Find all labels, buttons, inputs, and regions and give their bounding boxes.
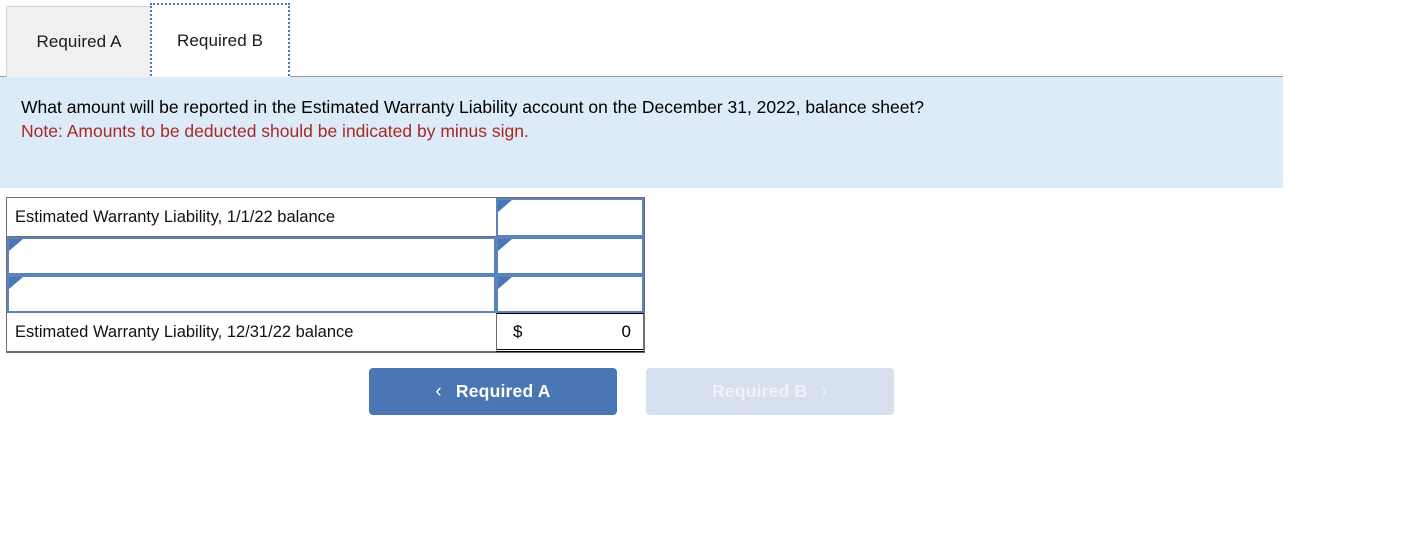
prev-required-a-label: Required A (455, 381, 551, 401)
row-amount-cell-3[interactable] (496, 275, 644, 313)
row-amount-beginning-balance[interactable] (496, 198, 644, 237)
table-row (7, 275, 644, 313)
chevron-left-icon: ‹ (435, 381, 442, 402)
next-required-b-label: Required B (712, 381, 808, 401)
tab-required-b-label: Required B (176, 31, 264, 50)
dropdown-triangle-icon (9, 277, 23, 289)
row-amount-ending-balance: $ 0 (496, 313, 644, 352)
chevron-right-icon: › (821, 381, 828, 402)
label-dropdown-2[interactable] (7, 237, 496, 275)
tab-required-a[interactable]: Required A (6, 6, 152, 77)
table-row: Estimated Warranty Liability, 12/31/22 b… (7, 313, 644, 352)
dropdown-triangle-icon (498, 277, 512, 289)
table-row (7, 237, 644, 275)
row-label-ending-balance: Estimated Warranty Liability, 12/31/22 b… (7, 313, 496, 352)
table-row: Estimated Warranty Liability, 1/1/22 bal… (7, 198, 644, 237)
tab-required-b[interactable]: Required B (150, 3, 290, 79)
navigation-bar: ‹ Required A Required B › (369, 368, 894, 415)
amount-dropdown-3[interactable] (496, 275, 644, 313)
label-dropdown-3[interactable] (7, 275, 496, 313)
question-text: What amount will be reported in the Esti… (21, 97, 925, 117)
row-label-beginning-balance: Estimated Warranty Liability, 1/1/22 bal… (7, 198, 496, 237)
question-note: Note: Amounts to be deducted should be i… (21, 121, 529, 141)
row-label-cell-3[interactable] (7, 275, 496, 313)
tab-strip: Required A Required B (0, 0, 1283, 79)
amount-dropdown-1[interactable] (496, 198, 644, 237)
row-label-cell-2[interactable] (7, 237, 496, 275)
currency-symbol: $ (513, 321, 523, 341)
amount-dropdown-2[interactable] (496, 237, 644, 275)
warranty-liability-worksheet: Estimated Warranty Liability, 1/1/22 bal… (6, 197, 645, 353)
tab-required-a-label: Required A (36, 32, 122, 51)
dropdown-triangle-icon (498, 239, 512, 251)
next-required-b-button: Required B › (646, 368, 894, 415)
dropdown-triangle-icon (9, 239, 23, 251)
dropdown-triangle-icon (498, 200, 512, 212)
question-panel: What amount will be reported in the Esti… (0, 77, 1283, 188)
row-amount-cell-2[interactable] (496, 237, 644, 275)
prev-required-a-button[interactable]: ‹ Required A (369, 368, 617, 415)
total-value: 0 (621, 321, 631, 341)
